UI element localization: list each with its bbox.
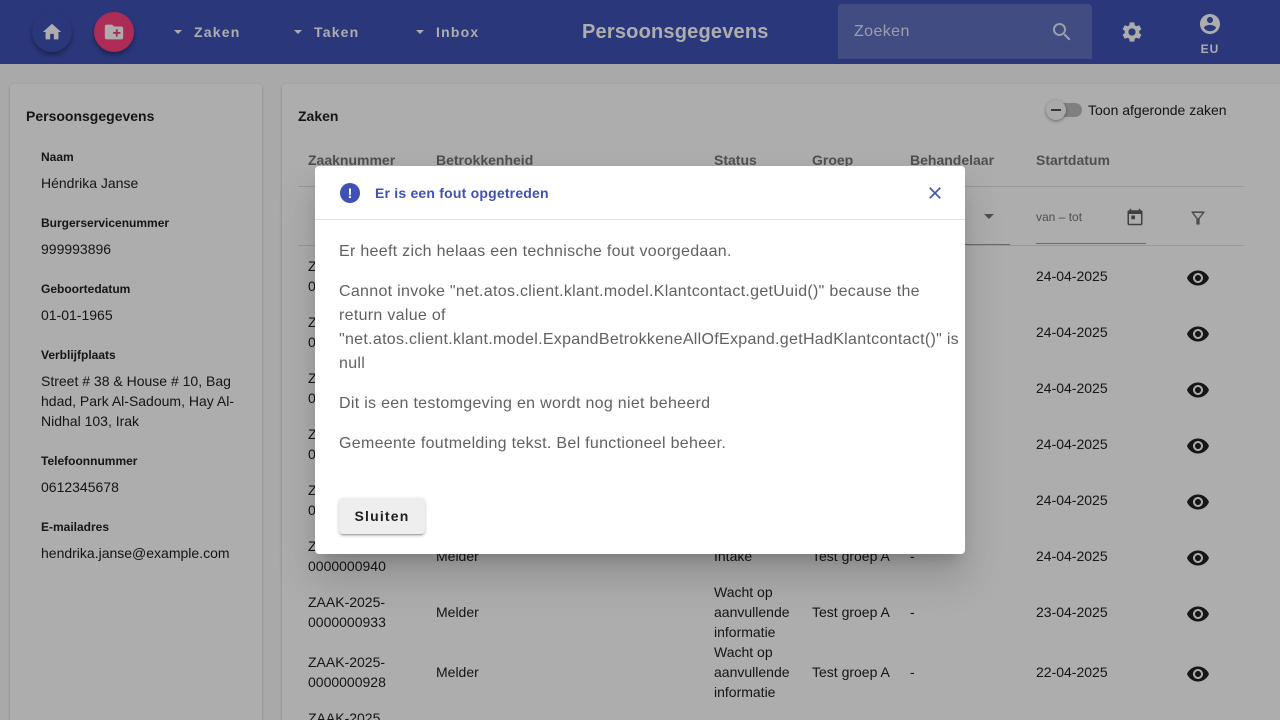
close-icon[interactable]: [925, 183, 945, 203]
error-icon: !: [340, 183, 360, 203]
dialog-title: Er is een fout opgetreden: [375, 185, 549, 201]
dialog-message-3: Dit is een testomgeving en wordt nog nie…: [339, 395, 711, 412]
close-button[interactable]: Sluiten: [339, 498, 425, 534]
error-dialog: ! Er is een fout opgetreden Er heeft zic…: [315, 166, 965, 554]
dialog-header: ! Er is een fout opgetreden: [315, 166, 965, 220]
dialog-message-2: Cannot invoke "net.atos.client.klant.mod…: [339, 283, 959, 372]
dialog-message-1: Er heeft zich helaas een technische fout…: [339, 243, 732, 260]
dialog-message-4: Gemeente foutmelding tekst. Bel function…: [339, 435, 727, 452]
